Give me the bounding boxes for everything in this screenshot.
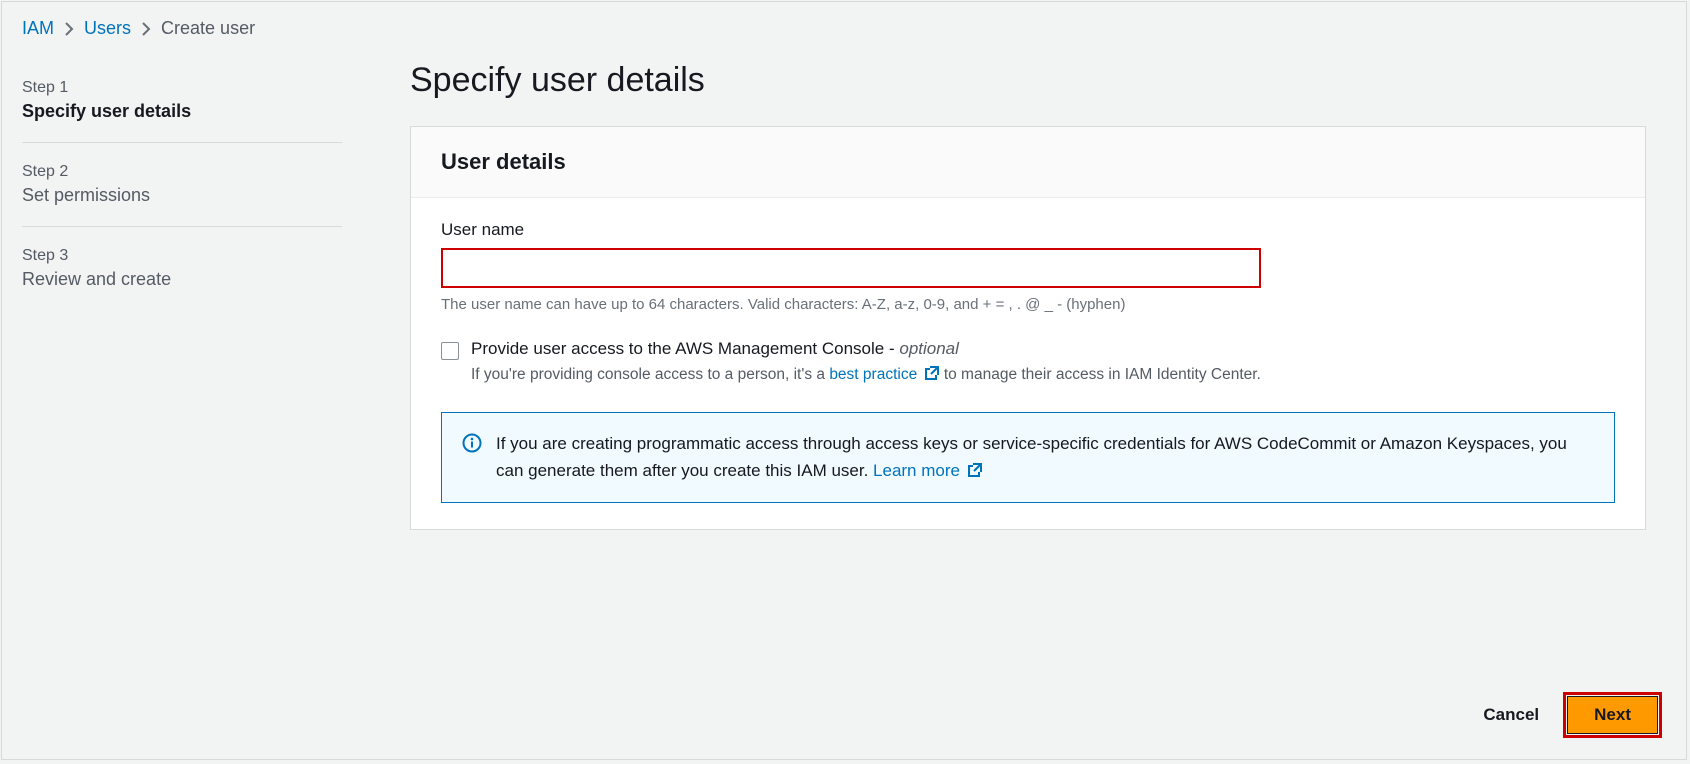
info-icon: [462, 433, 482, 484]
cancel-button[interactable]: Cancel: [1469, 695, 1553, 735]
next-button[interactable]: Next: [1567, 696, 1658, 734]
console-access-checkbox[interactable]: [441, 342, 459, 360]
breadcrumb: IAM Users Create user: [2, 2, 1686, 47]
breadcrumb-users[interactable]: Users: [84, 18, 131, 39]
info-alert: If you are creating programmatic access …: [441, 412, 1615, 503]
username-input[interactable]: [441, 248, 1261, 288]
panel-header: User details: [441, 149, 1615, 175]
wizard-step-2[interactable]: Step 2 Set permissions: [22, 151, 342, 227]
page-title: Specify user details: [410, 61, 1646, 100]
wizard-step-3[interactable]: Step 3 Review and create: [22, 235, 342, 310]
external-link-icon: [924, 365, 940, 381]
console-access-description: If you're providing console access to a …: [471, 363, 1261, 386]
step-title: Set permissions: [22, 185, 342, 206]
wizard-footer: Cancel Next: [1469, 695, 1658, 735]
step-number: Step 3: [22, 247, 342, 265]
step-number: Step 2: [22, 163, 342, 181]
username-label: User name: [441, 220, 1615, 240]
username-hint: The user name can have up to 64 characte…: [441, 296, 1615, 313]
breadcrumb-iam[interactable]: IAM: [22, 18, 54, 39]
learn-more-link[interactable]: Learn more: [873, 461, 983, 480]
chevron-right-icon: [64, 22, 74, 36]
user-details-panel: User details User name The user name can…: [410, 126, 1646, 530]
breadcrumb-current: Create user: [161, 18, 255, 39]
step-number: Step 1: [22, 79, 342, 97]
wizard-step-1[interactable]: Step 1 Specify user details: [22, 67, 342, 143]
console-access-label: Provide user access to the AWS Managemen…: [471, 339, 1261, 359]
step-title: Specify user details: [22, 101, 342, 122]
wizard-steps: Step 1 Specify user details Step 2 Set p…: [2, 47, 382, 558]
external-link-icon: [967, 462, 983, 478]
best-practice-link[interactable]: best practice: [829, 366, 939, 383]
step-title: Review and create: [22, 269, 342, 290]
info-text: If you are creating programmatic access …: [496, 431, 1594, 484]
chevron-right-icon: [141, 22, 151, 36]
